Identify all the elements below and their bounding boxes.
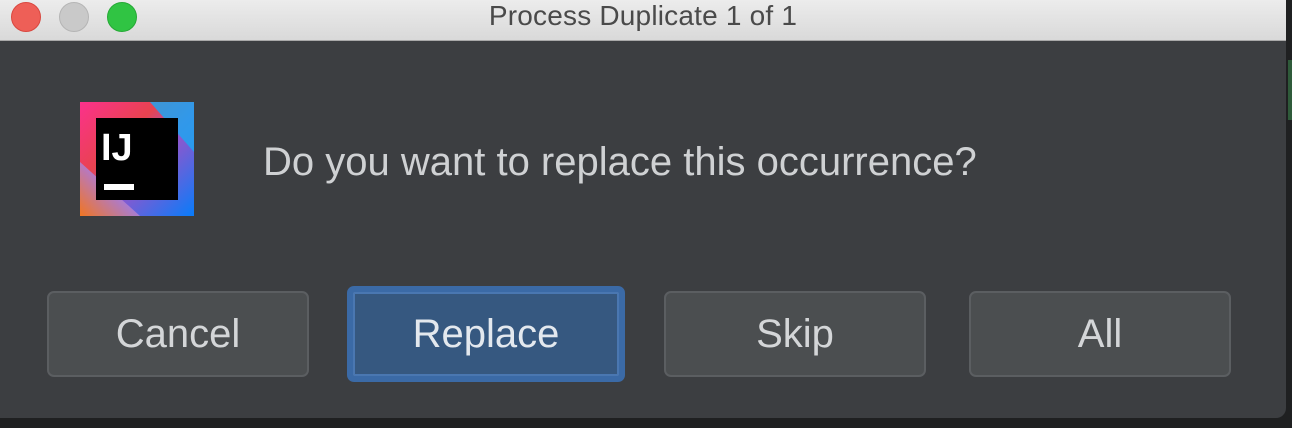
all-button-label: All: [1077, 311, 1123, 356]
dialog-message: Do you want to replace this occurrence?: [263, 140, 977, 184]
all-button[interactable]: All: [969, 291, 1231, 377]
cancel-button-label: Cancel: [115, 311, 241, 356]
cancel-button[interactable]: Cancel: [47, 291, 309, 377]
intellij-idea-logo-icon: IJ: [80, 102, 194, 216]
skip-button-label: Skip: [756, 311, 834, 356]
background-window-edge: [1288, 60, 1292, 120]
window-title: Process Duplicate 1 of 1: [488, 0, 798, 31]
skip-button[interactable]: Skip: [664, 291, 926, 377]
process-duplicate-dialog: Process Duplicate 1 of 1 IJ Do you want …: [0, 0, 1286, 418]
title-bar[interactable]: Process Duplicate 1 of 1: [0, 0, 1286, 41]
replace-button-label: Replace: [412, 311, 560, 356]
replace-button[interactable]: Replace: [347, 286, 625, 382]
logo-text: IJ: [101, 127, 133, 169]
